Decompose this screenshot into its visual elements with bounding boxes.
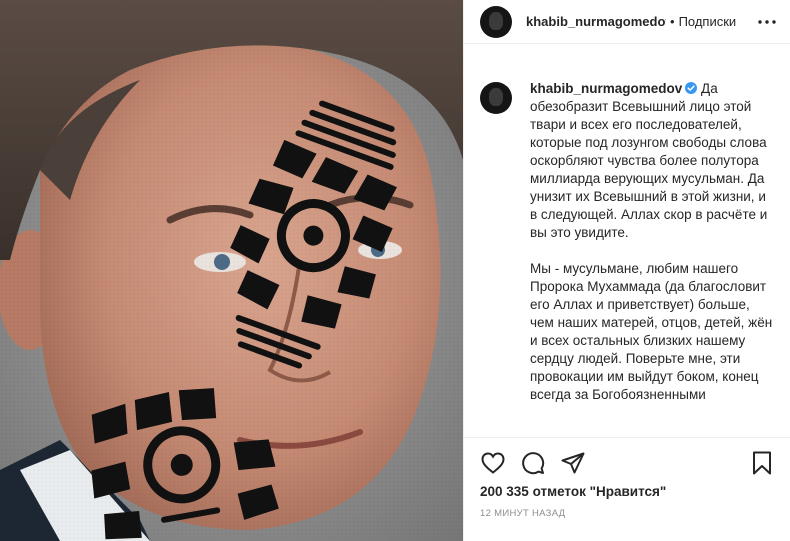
action-buttons-row	[480, 450, 775, 476]
caption-paragraph-1: Да обезобразит Всевышний лицо этой твари…	[530, 81, 772, 240]
post-header: khabib_nurmagomedov • Подписки	[464, 0, 790, 44]
verified-badge-icon	[685, 82, 698, 94]
header-username-link[interactable]: khabib_nurmagomedov	[526, 14, 666, 29]
like-button[interactable]	[480, 450, 506, 476]
following-button[interactable]: Подписки	[679, 14, 737, 29]
header-separator: •	[670, 14, 675, 29]
bookmark-icon	[753, 451, 771, 475]
caption-avatar[interactable]	[480, 82, 512, 114]
save-button[interactable]	[749, 450, 775, 476]
likes-number: 200 335	[480, 484, 529, 499]
caption-scroll-area[interactable]: khabib_nurmagomedov Да обезобразит Всевы…	[464, 68, 790, 431]
comment-icon	[522, 452, 545, 475]
post-timestamp[interactable]: 12 минут назад	[480, 508, 565, 519]
portrait-image	[0, 0, 463, 541]
heart-icon	[481, 452, 505, 474]
share-icon	[561, 452, 585, 474]
caption-text: khabib_nurmagomedov Да обезобразит Всевы…	[530, 80, 775, 404]
likes-count[interactable]: 200 335 отметок "Нравится"	[480, 484, 666, 499]
comment-button[interactable]	[520, 450, 546, 476]
actions-bar: 200 335 отметок "Нравится" 12 минут наза…	[464, 437, 790, 541]
ellipsis-icon	[758, 20, 776, 24]
avatar[interactable]	[480, 5, 512, 38]
post-side-panel: khabib_nurmagomedov • Подписки khabib_nu…	[463, 0, 790, 541]
caption-paragraph-2: Мы - мусульмане, любим нашего Пророка Му…	[530, 261, 776, 402]
caption-username-link[interactable]: khabib_nurmagomedov	[530, 81, 682, 96]
share-button[interactable]	[560, 450, 586, 476]
more-options-button[interactable]	[755, 11, 779, 33]
post-photo[interactable]	[0, 0, 463, 541]
likes-label: отметок "Нравится"	[532, 484, 667, 499]
caption-comment: khabib_nurmagomedov Да обезобразит Всевы…	[480, 80, 775, 404]
